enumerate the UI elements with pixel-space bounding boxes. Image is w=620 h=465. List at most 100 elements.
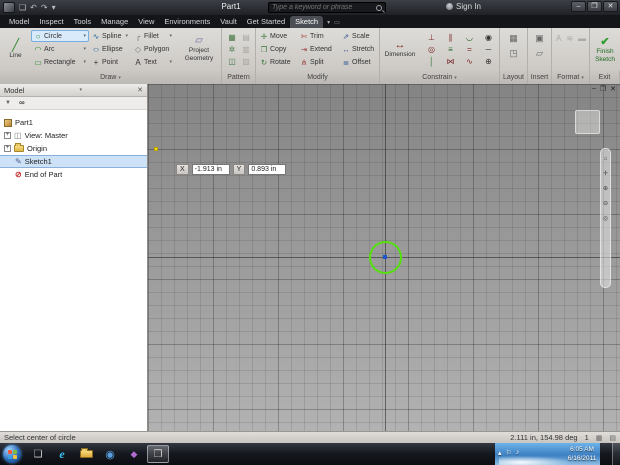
volume-icon[interactable]: ♪ — [516, 449, 520, 457]
doc-restore-icon[interactable]: ❐ — [600, 85, 606, 93]
tab-overflow-icon[interactable]: ▾ — [327, 19, 330, 28]
maximize-button[interactable]: ❐ — [587, 1, 602, 12]
constraint-parallel-icon[interactable]: ∥ — [441, 31, 460, 43]
chevron-down-icon[interactable]: ▾ — [169, 59, 172, 65]
tool-rectangle[interactable]: ▭ Rectangle ▾ — [31, 56, 89, 68]
constraint-tangent-icon[interactable]: ◡ — [460, 31, 479, 43]
show-hidden-icons[interactable]: ▴ — [498, 449, 502, 457]
constraint-perpendicular-icon[interactable]: ⊥ — [422, 31, 441, 43]
format-linetype-icon[interactable]: ≋ — [566, 34, 573, 43]
show-desktop-button[interactable] — [612, 443, 620, 465]
find-icon[interactable]: ∞ — [19, 99, 25, 107]
precise-input-icon[interactable]: ▤ — [609, 434, 616, 442]
layout-grid-icon[interactable]: ▦ — [509, 33, 518, 44]
pan-icon[interactable]: ✛ — [603, 170, 608, 177]
action-center-icon[interactable]: ⚐ — [506, 449, 512, 457]
insert-image-icon[interactable]: ▣ — [535, 33, 544, 44]
browser-close-icon[interactable]: ✕ — [137, 86, 143, 94]
chevron-down-icon[interactable]: ▾ — [83, 33, 86, 39]
sketch-point[interactable] — [154, 147, 158, 151]
tool-rotate[interactable]: ↻ Rotate — [258, 56, 298, 69]
constraint-equal-icon[interactable]: = — [460, 43, 479, 55]
constraint-fix-icon[interactable]: ⊕ — [479, 55, 498, 67]
tab-view[interactable]: View — [133, 16, 159, 28]
taskbar-app-icon[interactable]: ◆ — [123, 445, 145, 463]
tree-item-part1[interactable]: Part1 — [0, 116, 147, 129]
tree-item-origin[interactable]: + Origin — [0, 142, 147, 155]
undo-icon[interactable]: ↶ — [30, 2, 37, 13]
tool-polygon[interactable]: ◇ Polygon — [131, 43, 175, 55]
mirror-icon[interactable]: ◫ — [225, 55, 239, 67]
tab-sketch[interactable]: Sketch — [290, 16, 324, 28]
tool-arc[interactable]: ◠ Arc ▾ — [31, 43, 89, 55]
tab-manage[interactable]: Manage — [96, 16, 133, 28]
grid-display-icon[interactable]: ▦ — [596, 434, 603, 442]
constraint-coincident-icon[interactable]: ◉ — [479, 31, 498, 43]
inventor-taskbar-button[interactable]: ❒ — [147, 445, 169, 463]
draw-panel-label[interactable]: Draw ▾ — [0, 71, 222, 84]
tab-vault[interactable]: Vault — [215, 16, 242, 28]
origin-point[interactable] — [383, 255, 387, 259]
tool-offset[interactable]: ≣ Offset — [340, 56, 380, 69]
search-input[interactable] — [272, 4, 376, 11]
insert-points-icon[interactable]: ▱ — [536, 48, 543, 59]
redo-icon[interactable]: ↷ — [41, 2, 48, 13]
constrain-panel-label[interactable]: Constrain ▾ — [380, 71, 500, 84]
constraint-concentric-icon[interactable]: ◎ — [422, 43, 441, 55]
tool-spline[interactable]: ∿ Spline ▾ — [89, 30, 131, 42]
circular-pattern-icon[interactable]: ✲ — [225, 43, 239, 55]
taskbar-app-icon[interactable]: ❏ — [27, 445, 49, 463]
tab-inspect[interactable]: Inspect — [34, 16, 68, 28]
modify-panel-label[interactable]: Modify — [256, 71, 380, 84]
start-button[interactable] — [3, 445, 21, 463]
constraint-horizontal-icon[interactable]: ─ — [479, 43, 498, 55]
tree-item-view-master[interactable]: + ◫ View: Master — [0, 129, 147, 142]
layout-panel-label[interactable]: Layout — [500, 71, 528, 84]
media-player-icon[interactable]: ◉ — [99, 445, 121, 463]
taskbar-clock[interactable]: 6:05 AM 6/16/2011 — [560, 445, 604, 463]
expand-icon[interactable]: + — [4, 145, 11, 152]
internet-explorer-icon[interactable]: e — [51, 445, 73, 463]
chevron-down-icon[interactable]: ▾ — [83, 59, 86, 65]
tab-model[interactable]: Model — [4, 16, 34, 28]
tool-stretch[interactable]: ↔ Stretch — [340, 43, 380, 56]
tool-ellipse[interactable]: ○ Ellipse — [89, 43, 131, 55]
constraint-collinear-icon[interactable]: ≡ — [441, 43, 460, 55]
tree-item-sketch1[interactable]: ✎ Sketch1 — [0, 155, 147, 168]
insert-panel-label[interactable]: Insert — [528, 71, 552, 84]
sketch-canvas[interactable]: X -1.913 in Y 0.893 in ⌂ ✛ ⊕ ⊖ ◎ – ❐ ✕ — [148, 84, 620, 431]
doc-close-icon[interactable]: ✕ — [610, 85, 616, 93]
close-button[interactable]: ✕ — [603, 1, 618, 12]
chevron-down-icon[interactable]: ▾ — [125, 33, 128, 39]
tree-item-end-of-part[interactable]: ⊘ End of Part — [0, 168, 147, 181]
expand-icon[interactable]: + — [4, 132, 11, 139]
constraint-symmetric-icon[interactable]: ⋈ — [441, 55, 460, 67]
constraint-smooth-icon[interactable]: ∿ — [460, 55, 479, 67]
tool-copy[interactable]: ❐ Copy — [258, 43, 298, 56]
rectangular-pattern-icon[interactable]: ▦ — [225, 31, 239, 43]
pattern-extra-icon[interactable]: ▤ — [239, 31, 253, 43]
constraint-vertical-icon[interactable]: │ — [422, 55, 441, 67]
x-coordinate-input[interactable]: -1.913 in — [191, 164, 230, 175]
zoom-in-icon[interactable]: ⊕ — [603, 185, 608, 192]
new-doc-icon[interactable]: ❏ — [19, 2, 26, 13]
line-tool-button[interactable]: ╱ Line — [2, 30, 29, 68]
tab-environments[interactable]: Environments — [159, 16, 215, 28]
zoom-out-icon[interactable]: ⊖ — [603, 200, 608, 207]
home-view-icon[interactable]: ⌂ — [604, 156, 608, 162]
doc-minimize-icon[interactable]: – — [592, 85, 596, 93]
chevron-down-icon[interactable]: ▾ — [80, 87, 83, 93]
app-icon[interactable] — [3, 2, 15, 13]
orbit-icon[interactable]: ◎ — [603, 215, 608, 222]
ribbon-minimize-icon[interactable]: ▭ — [334, 19, 340, 28]
pattern-extra-icon[interactable]: ▥ — [239, 43, 253, 55]
tool-extend[interactable]: ⇥ Extend — [298, 43, 340, 56]
pattern-panel-label[interactable]: Pattern — [222, 71, 256, 84]
project-geometry-button[interactable]: ▱ Project Geometry — [178, 30, 220, 68]
tool-point[interactable]: + Point — [89, 56, 131, 68]
chevron-down-icon[interactable]: ▾ — [169, 33, 172, 39]
layout-block-icon[interactable]: ◳ — [509, 48, 518, 59]
filter-icon[interactable]: ▼ — [5, 100, 11, 106]
tool-move[interactable]: ✛ Move — [258, 30, 298, 43]
windows-explorer-icon[interactable] — [75, 445, 97, 463]
